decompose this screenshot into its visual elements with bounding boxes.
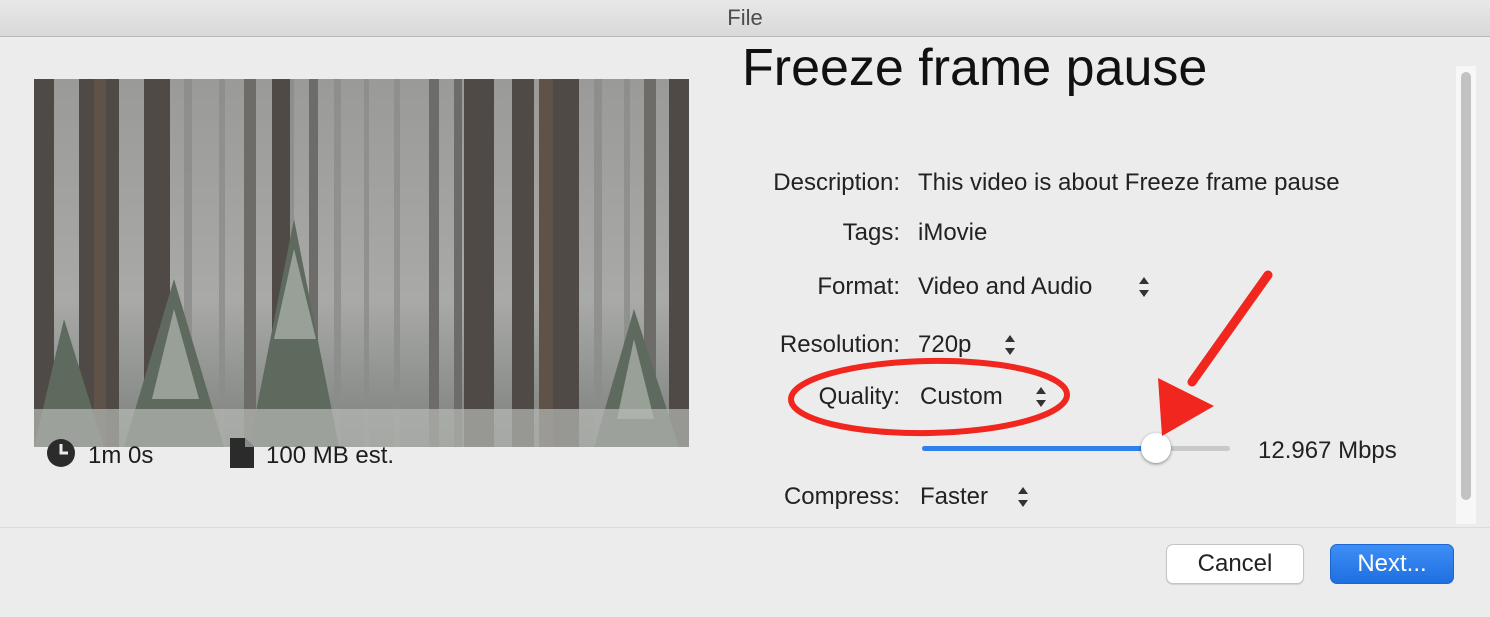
size-info: 100 MB est.	[230, 437, 395, 475]
window-title-bar: File	[0, 0, 1490, 37]
scrollbar-thumb[interactable]	[1461, 72, 1471, 500]
compress-label: Compress:	[783, 483, 900, 510]
compress-popup[interactable]: Faster	[920, 483, 988, 511]
compress-stepper-icon[interactable]	[1016, 484, 1030, 510]
window-title: File	[727, 5, 763, 30]
duration-info: 1m 0s	[46, 438, 154, 475]
resolution-stepper-icon[interactable]	[1003, 332, 1017, 358]
size-text: 100 MB est.	[266, 442, 395, 469]
resolution-popup[interactable]: 720p	[918, 331, 971, 359]
duration-text: 1m 0s	[88, 442, 154, 469]
cancel-button[interactable]: Cancel	[1166, 544, 1304, 584]
format-label: Format:	[817, 273, 900, 300]
video-thumbnail	[34, 79, 689, 447]
description-label: Description:	[773, 169, 900, 196]
resolution-label: Resolution:	[779, 331, 900, 358]
tags-field[interactable]: iMovie	[918, 219, 987, 247]
format-popup[interactable]: Video and Audio	[918, 273, 1092, 301]
bitrate-slider-knob[interactable]	[1141, 433, 1172, 463]
tags-label: Tags:	[842, 219, 900, 246]
clock-icon	[46, 438, 76, 475]
format-stepper-icon[interactable]	[1137, 274, 1151, 300]
description-field[interactable]: This video is about Freeze frame pause	[918, 169, 1340, 197]
next-button[interactable]: Next...	[1330, 544, 1454, 584]
quality-popup[interactable]: Custom	[920, 383, 1003, 411]
quality-stepper-icon[interactable]	[1034, 384, 1048, 410]
bitrate-value: 12.967 Mbps	[1258, 437, 1397, 464]
project-title: Freeze frame pause	[742, 39, 1208, 97]
document-icon	[230, 437, 254, 475]
bitrate-slider-fill	[922, 446, 1157, 451]
quality-label: Quality:	[818, 383, 900, 410]
